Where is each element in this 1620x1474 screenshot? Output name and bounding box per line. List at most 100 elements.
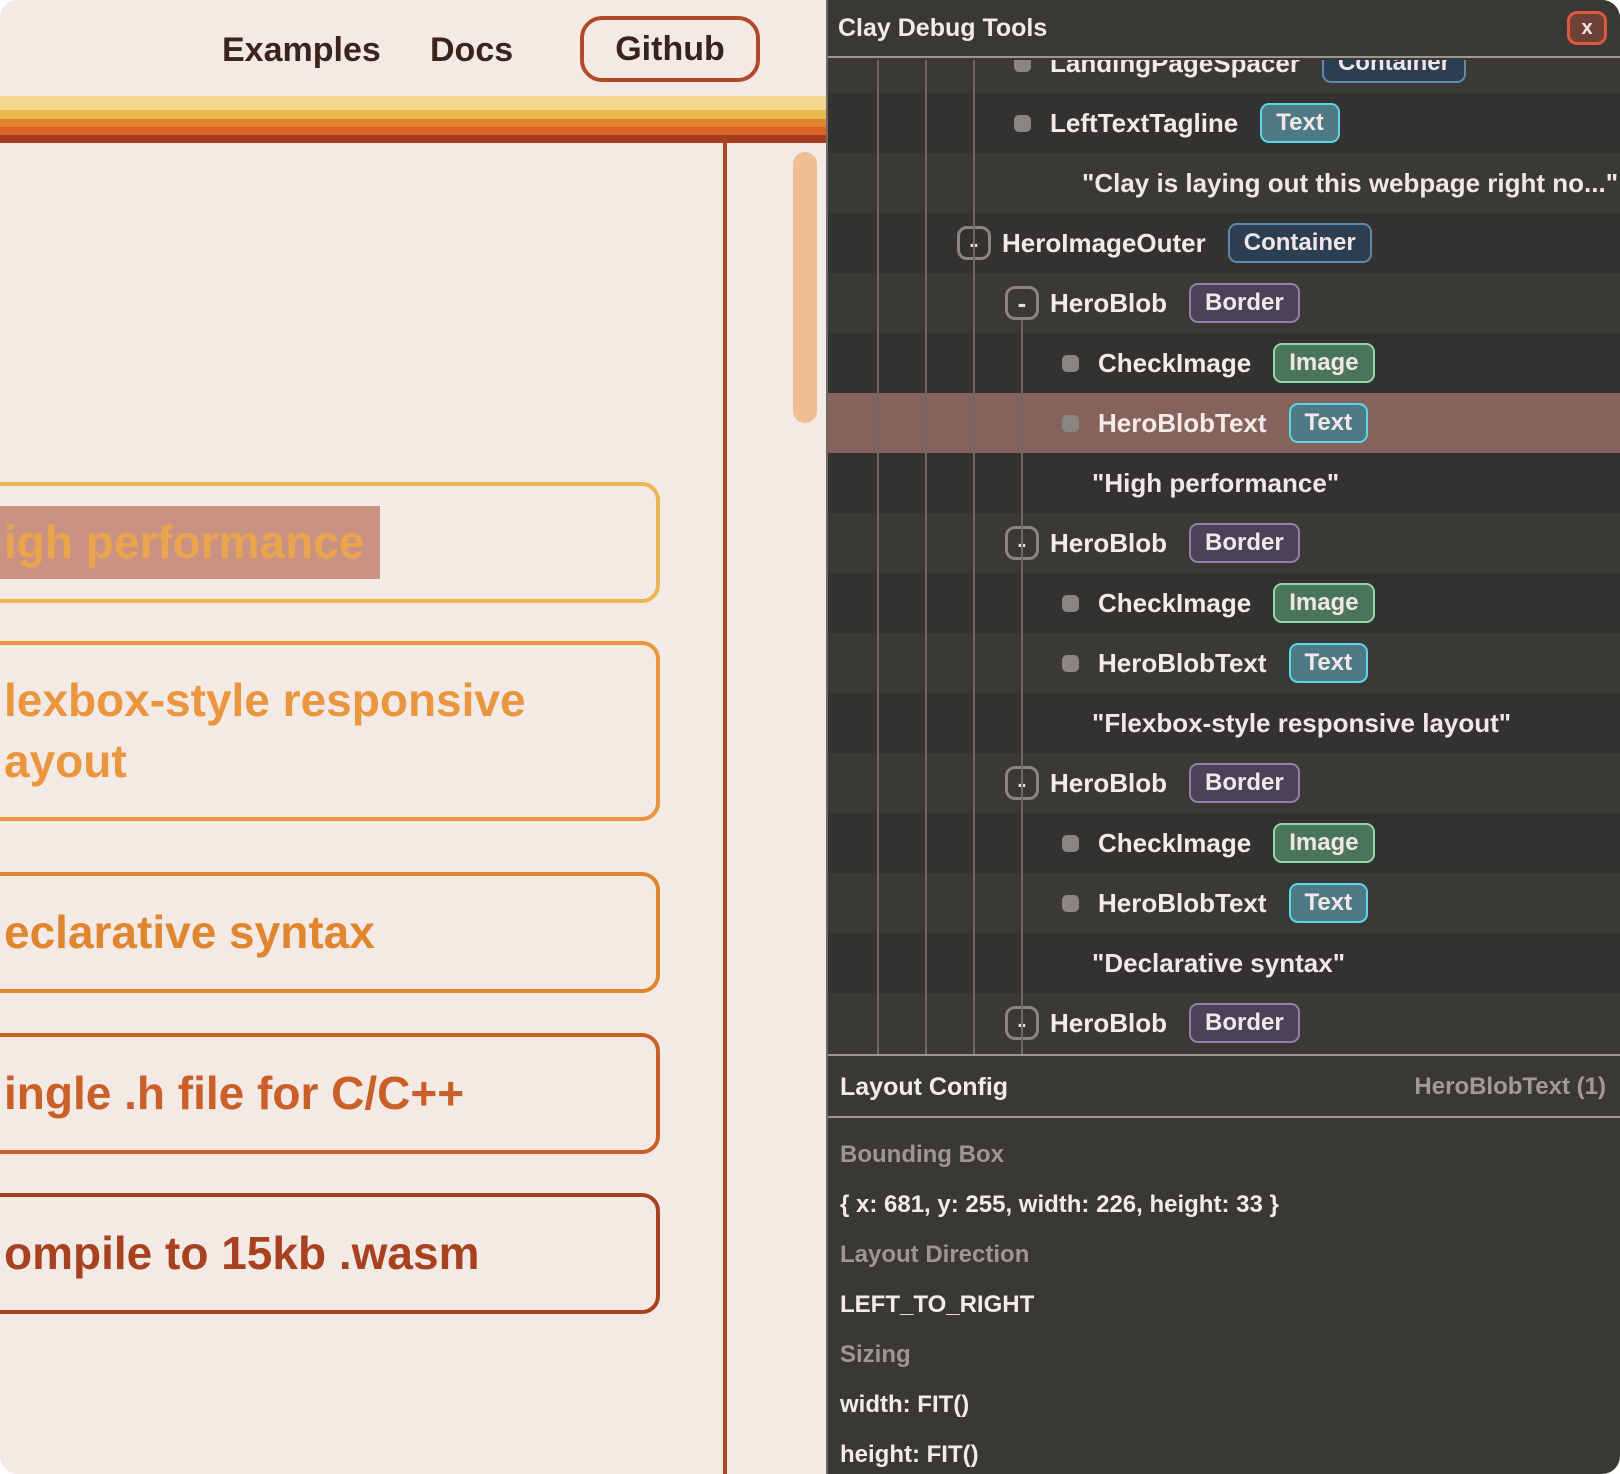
element-type-badge: Border xyxy=(1189,1003,1300,1043)
feature-box-text: ayout xyxy=(4,731,656,792)
tree-quote-row: "Flexbox-style responsive layout" xyxy=(828,693,1620,753)
feature-box: eclarative syntax xyxy=(0,872,660,993)
tree-node-row[interactable]: HeroBlobText Text xyxy=(828,633,1620,693)
tree-node-row[interactable]: -HeroBlobBorder xyxy=(828,513,1620,573)
element-type-badge: Border xyxy=(1189,283,1300,323)
element-name: HeroBlob xyxy=(1050,528,1167,559)
element-type-badge: Image xyxy=(1273,823,1374,863)
debug-panel-title: Clay Debug Tools xyxy=(838,14,1047,43)
leaf-bullet-icon xyxy=(1062,835,1079,852)
element-type-badge: Image xyxy=(1273,583,1374,623)
tree-node-row[interactable]: HeroBlobText Text xyxy=(828,393,1620,453)
element-tree: LandingPageSpacer Container LeftTextTaglin… xyxy=(828,60,1620,1056)
element-type-badge: Container xyxy=(1322,60,1466,83)
feature-box-text: ingle .h file for C/C++ xyxy=(4,1063,656,1124)
tree-guide-line xyxy=(973,60,975,1054)
stripe-band xyxy=(0,119,830,127)
element-name: CheckImage xyxy=(1098,588,1251,619)
element-name: LeftTextTagline xyxy=(1050,108,1238,139)
element-name: CheckImage xyxy=(1098,348,1251,379)
element-text-preview: "Declarative syntax" xyxy=(1092,948,1345,979)
leaf-bullet-icon xyxy=(1062,895,1079,912)
tree-node-row[interactable]: -HeroBlobBorder xyxy=(828,753,1620,813)
stripe-band xyxy=(0,135,830,143)
selected-element-label: HeroBlobText (1) xyxy=(1414,1073,1606,1101)
element-name: LandingPageSpacer xyxy=(1050,60,1300,79)
feature-box-text: igh performance xyxy=(4,506,656,579)
tree-node-row[interactable]: CheckImage Image xyxy=(828,573,1620,633)
config-section-label: Sizing xyxy=(828,1330,1620,1380)
feature-box: igh performance xyxy=(0,482,660,603)
layout-config-title: Layout Config xyxy=(840,1073,1008,1102)
tree-quote-row: "Clay is laying out this webpage right n… xyxy=(828,153,1620,213)
tree-node-row[interactable]: LeftTextTagline Text xyxy=(828,93,1620,153)
config-value: { x: 681, y: 255, width: 226, height: 33… xyxy=(828,1180,1620,1230)
tree-node-row[interactable]: LandingPageSpacer Container xyxy=(828,60,1620,93)
tree-node-row[interactable]: -HeroBlob Border xyxy=(828,273,1620,333)
config-value: LEFT_TO_RIGHT xyxy=(828,1280,1620,1330)
github-button[interactable]: Github xyxy=(580,16,760,82)
tree-guide-line xyxy=(877,60,879,1054)
tree-node-row[interactable]: CheckImage Image xyxy=(828,813,1620,873)
element-type-badge: Text xyxy=(1289,643,1369,683)
element-type-badge: Border xyxy=(1189,523,1300,563)
element-type-badge: Text xyxy=(1289,403,1369,443)
tree-node-row[interactable]: HeroBlobText Text xyxy=(828,873,1620,933)
feature-box: ompile to 15kb .wasm xyxy=(0,1193,660,1314)
stripe-band xyxy=(0,110,830,119)
element-name: HeroImageOuter xyxy=(1002,228,1206,259)
leaf-bullet-icon xyxy=(1062,415,1079,432)
nav-item-docs[interactable]: Docs xyxy=(430,31,513,70)
app-window: Examples Docs Github igh performance lexbo… xyxy=(0,0,1620,1474)
feature-box: ingle .h file for C/C++ xyxy=(0,1033,660,1154)
close-button[interactable]: x xyxy=(1567,11,1607,45)
element-text-preview: "High performance" xyxy=(1092,468,1339,499)
element-type-badge: Text xyxy=(1260,103,1340,143)
element-name: HeroBlob xyxy=(1050,288,1167,319)
element-name: HeroBlob xyxy=(1050,1008,1167,1039)
element-text-preview: "Clay is laying out this webpage right n… xyxy=(1082,168,1618,199)
element-name: HeroBlobText xyxy=(1098,408,1267,439)
element-type-badge: Border xyxy=(1189,763,1300,803)
layout-config-body: Bounding Box{ x: 681, y: 255, width: 226… xyxy=(828,1130,1620,1474)
leaf-bullet-icon xyxy=(1062,595,1079,612)
feature-box: lexbox-style responsiveayout xyxy=(0,641,660,821)
debug-panel-header: Clay Debug Tools x xyxy=(828,0,1620,58)
collapse-toggle-icon[interactable]: - xyxy=(1005,286,1039,320)
tree-node-row[interactable]: -HeroBlobBorder xyxy=(828,993,1620,1053)
nav-item-examples[interactable]: Examples xyxy=(222,31,381,70)
element-name: CheckImage xyxy=(1098,828,1251,859)
tree-guide-line xyxy=(925,60,927,1054)
config-value: height: FIT() xyxy=(828,1430,1620,1474)
config-value: width: FIT() xyxy=(828,1380,1620,1430)
leaf-bullet-icon xyxy=(1062,355,1079,372)
clay-debug-panel: Clay Debug Tools x LandingPageSpacer Cont… xyxy=(826,0,1620,1474)
layout-config-header: Layout Config HeroBlobText (1) xyxy=(828,1058,1620,1118)
tree-guide-line xyxy=(1021,320,1023,1054)
hero-vertical-divider xyxy=(723,141,727,1474)
element-type-badge: Container xyxy=(1228,223,1372,263)
element-type-badge: Text xyxy=(1289,883,1369,923)
element-name: HeroBlobText xyxy=(1098,648,1267,679)
tree-quote-row: "Declarative syntax" xyxy=(828,933,1620,993)
element-type-badge: Image xyxy=(1273,343,1374,383)
leaf-bullet-icon xyxy=(1014,115,1031,132)
element-name: HeroBlobText xyxy=(1098,888,1267,919)
element-name: HeroBlob xyxy=(1050,768,1167,799)
text-selection-highlight: igh performance xyxy=(0,506,380,579)
rainbow-divider-stripe xyxy=(0,96,830,143)
config-section-label: Layout Direction xyxy=(828,1230,1620,1280)
page-scrollbar-thumb[interactable] xyxy=(793,152,817,423)
tree-quote-row: "High performance" xyxy=(828,453,1620,513)
feature-box-text: ompile to 15kb .wasm xyxy=(4,1223,656,1284)
feature-box-text: lexbox-style responsive xyxy=(4,670,656,731)
stripe-band xyxy=(0,96,830,110)
leaf-bullet-icon xyxy=(1014,60,1031,72)
feature-box-text: eclarative syntax xyxy=(4,902,656,963)
tree-node-row[interactable]: CheckImage Image xyxy=(828,333,1620,393)
tree-node-row[interactable]: -HeroImageOuterContainer xyxy=(828,213,1620,273)
leaf-bullet-icon xyxy=(1062,655,1079,672)
config-section-label: Bounding Box xyxy=(828,1130,1620,1180)
stripe-band xyxy=(0,127,830,135)
element-text-preview: "Flexbox-style responsive layout" xyxy=(1092,708,1511,739)
